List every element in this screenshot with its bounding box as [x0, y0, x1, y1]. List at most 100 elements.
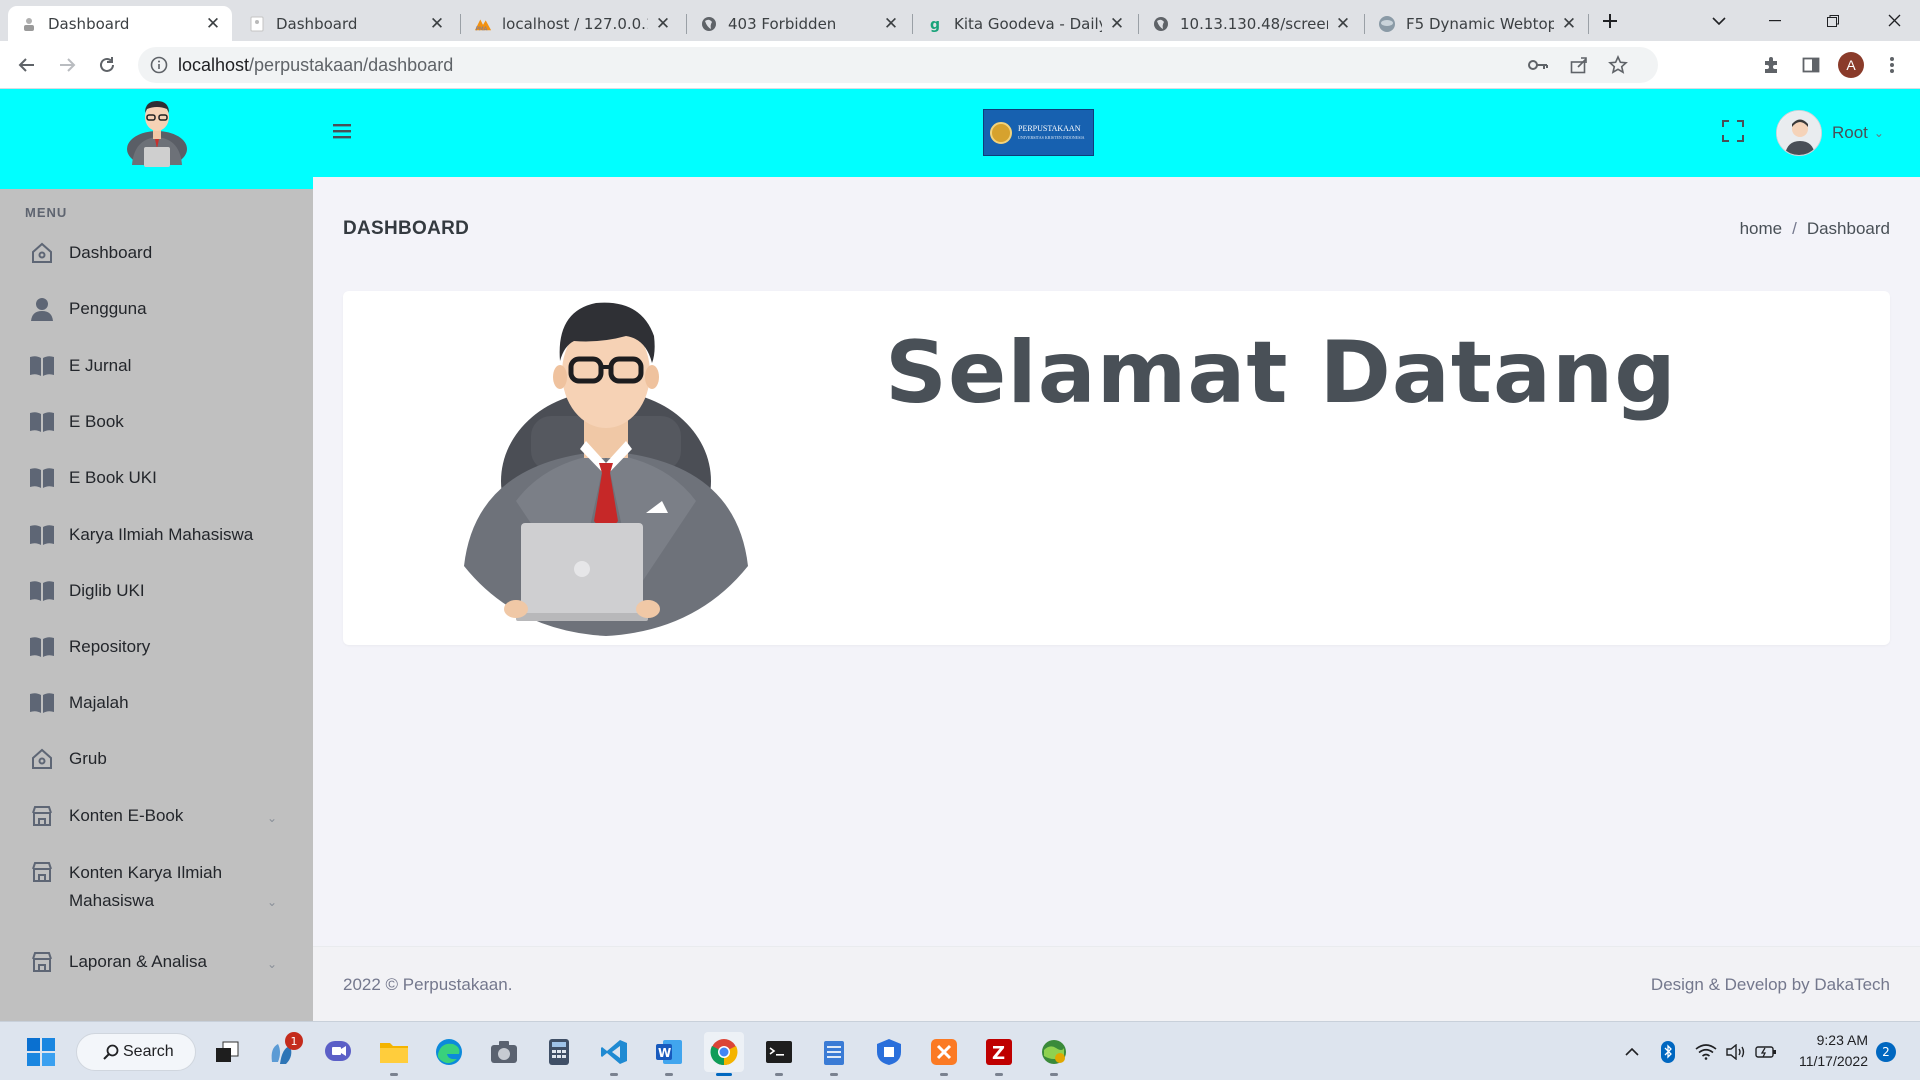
close-tab-icon[interactable]: ✕	[1560, 14, 1578, 34]
sidebar-item-konten-e-book[interactable]: Konten E-Book ⌄	[0, 803, 313, 829]
tab-search-chevron-icon[interactable]	[1696, 0, 1742, 41]
book-open-icon	[29, 353, 55, 379]
fullscreen-icon[interactable]	[1722, 120, 1746, 144]
browser-tab-dashboard-active[interactable]: Dashboard ✕	[8, 6, 232, 41]
sidebar-item-laporan-analisa[interactable]: Laporan & Analisa ⌄	[0, 949, 313, 975]
book-open-icon	[29, 634, 55, 660]
task-view-icon[interactable]	[207, 1032, 247, 1072]
sidebar-item-repository[interactable]: Repository	[0, 634, 313, 660]
running-indicator	[830, 1073, 838, 1076]
browser-tab-screenshot-ip[interactable]: 10.13.130.48/screens ✕	[1140, 6, 1362, 41]
university-seal-icon	[990, 121, 1012, 144]
sidebar-item-label: Grub	[69, 749, 107, 768]
bookmark-star-icon[interactable]	[1608, 55, 1628, 75]
widgets-icon[interactable]: 1	[263, 1032, 303, 1072]
sidebar-item-e-book-uki[interactable]: E Book UKI	[0, 465, 313, 491]
sidebar-item-dashboard[interactable]: Dashboard	[0, 240, 313, 266]
breadcrumb-home-link[interactable]: home	[1740, 219, 1783, 239]
welcome-card: Selamat Datang	[343, 291, 1890, 645]
taskbar-search[interactable]: Search	[76, 1033, 196, 1071]
new-tab-button[interactable]	[1588, 0, 1632, 41]
side-panel-icon[interactable]	[1796, 50, 1826, 80]
site-info-icon[interactable]	[150, 56, 168, 74]
sidebar-item-label: Majalah	[69, 693, 129, 712]
app-logo[interactable]	[0, 89, 313, 189]
tab-title: 10.13.130.48/screens	[1180, 14, 1328, 33]
page-favicon-icon	[248, 15, 266, 33]
share-icon[interactable]	[1570, 56, 1588, 74]
browser-toolbar: localhost/perpustakaan/dashboard A	[0, 41, 1920, 89]
network-globe-app-icon[interactable]	[1034, 1032, 1074, 1076]
browser-tab-phpmyadmin[interactable]: PMA localhost / 127.0.0.1 / ✕	[462, 6, 682, 41]
svg-text:Z: Z	[992, 1043, 1005, 1064]
user-dropdown[interactable]: Root ⌄	[1776, 109, 1884, 157]
chrome-icon[interactable]	[704, 1032, 744, 1076]
close-tab-icon[interactable]: ✕	[204, 14, 222, 34]
browser-tab-dashboard[interactable]: Dashboard ✕	[236, 6, 456, 41]
sidebar-item-majalah[interactable]: Majalah	[0, 690, 313, 716]
wifi-icon[interactable]	[1692, 1032, 1720, 1072]
volume-icon[interactable]	[1722, 1032, 1750, 1072]
browser-menu-icon[interactable]	[1877, 50, 1907, 80]
close-tab-icon[interactable]: ✕	[1108, 14, 1126, 34]
teams-chat-icon[interactable]	[318, 1032, 358, 1072]
profile-avatar-button[interactable]: A	[1836, 50, 1866, 80]
filezilla-icon[interactable]: Z	[979, 1032, 1019, 1076]
sidebar-item-label: E Book UKI	[69, 468, 157, 487]
close-tab-icon[interactable]: ✕	[1334, 14, 1352, 34]
tab-separator	[1138, 14, 1139, 34]
close-window-button[interactable]	[1868, 0, 1920, 41]
active-indicator	[716, 1073, 732, 1076]
extensions-puzzle-icon[interactable]	[1756, 50, 1786, 80]
store-icon	[29, 859, 55, 885]
show-hidden-icons-chevron-icon[interactable]	[1620, 1032, 1644, 1072]
address-bar[interactable]: localhost/perpustakaan/dashboard	[138, 47, 1658, 83]
close-tab-icon[interactable]: ✕	[882, 14, 900, 34]
back-arrow-icon[interactable]	[12, 50, 42, 80]
bluetooth-icon[interactable]	[1656, 1032, 1680, 1072]
notepad-icon[interactable]	[814, 1032, 854, 1076]
terminal-icon[interactable]	[759, 1032, 799, 1076]
forward-arrow-icon[interactable]	[52, 50, 82, 80]
hamburger-menu-icon[interactable]	[333, 121, 357, 145]
close-tab-icon[interactable]: ✕	[428, 14, 446, 34]
calculator-icon[interactable]	[539, 1032, 579, 1072]
browser-tab-f5-webtop[interactable]: F5 Dynamic Webtop ✕	[1366, 6, 1588, 41]
logo-man-laptop-icon	[126, 101, 187, 167]
sidebar-item-e-book[interactable]: E Book	[0, 409, 313, 435]
security-shield-icon[interactable]	[869, 1032, 909, 1072]
browser-tab-kita-goodeva[interactable]: g Kita Goodeva - Daily ✕	[914, 6, 1136, 41]
chevron-down-icon: ⌄	[266, 811, 277, 825]
camera-icon[interactable]	[484, 1032, 524, 1072]
sidebar-item-karya-ilmiah-mahasiswa[interactable]: Karya Ilmiah Mahasiswa	[0, 522, 313, 548]
edge-browser-icon[interactable]	[429, 1032, 469, 1072]
password-key-icon[interactable]	[1528, 56, 1548, 74]
sidebar-item-pengguna[interactable]: Pengguna	[0, 296, 313, 322]
system-clock[interactable]: 9:23 AM 11/17/2022	[1790, 1030, 1868, 1072]
url-host: localhost	[178, 55, 250, 75]
windows-start-icon[interactable]	[21, 1032, 61, 1072]
file-explorer-icon[interactable]	[374, 1032, 414, 1076]
word-icon[interactable]: W	[649, 1032, 689, 1076]
restore-button[interactable]	[1810, 0, 1856, 41]
close-tab-icon[interactable]: ✕	[654, 14, 672, 34]
brand-logo[interactable]: PERPUSTAKAAN UNIVERSITAS KRISTEN INDONES…	[983, 109, 1094, 156]
sidebar-item-label: E Book	[69, 412, 124, 431]
sidebar-item-konten-karya-ilmiah[interactable]: Konten Karya Ilmiah Mahasiswa ⌄	[0, 859, 313, 915]
sidebar-item-diglib-uki[interactable]: Diglib UKI	[0, 578, 313, 604]
store-icon	[29, 803, 55, 829]
browser-tab-forbidden[interactable]: 403 Forbidden ✕	[688, 6, 910, 41]
notification-count-badge[interactable]: 2	[1876, 1042, 1896, 1062]
sidebar-item-grub[interactable]: Grub	[0, 746, 313, 772]
footer-credit: Design & Develop by DakaTech	[1650, 975, 1890, 994]
sidebar-item-e-jurnal[interactable]: E Jurnal	[0, 353, 313, 379]
battery-icon[interactable]	[1752, 1032, 1780, 1072]
reload-icon[interactable]	[92, 50, 122, 80]
tab-separator	[686, 14, 687, 34]
minimize-button[interactable]	[1752, 0, 1798, 41]
sidebar-item-label: Laporan & Analisa	[69, 952, 207, 971]
sidebar-item-label: E Jurnal	[69, 356, 132, 375]
vscode-icon[interactable]	[594, 1032, 634, 1076]
book-open-icon	[29, 690, 55, 716]
xampp-icon[interactable]	[924, 1032, 964, 1076]
